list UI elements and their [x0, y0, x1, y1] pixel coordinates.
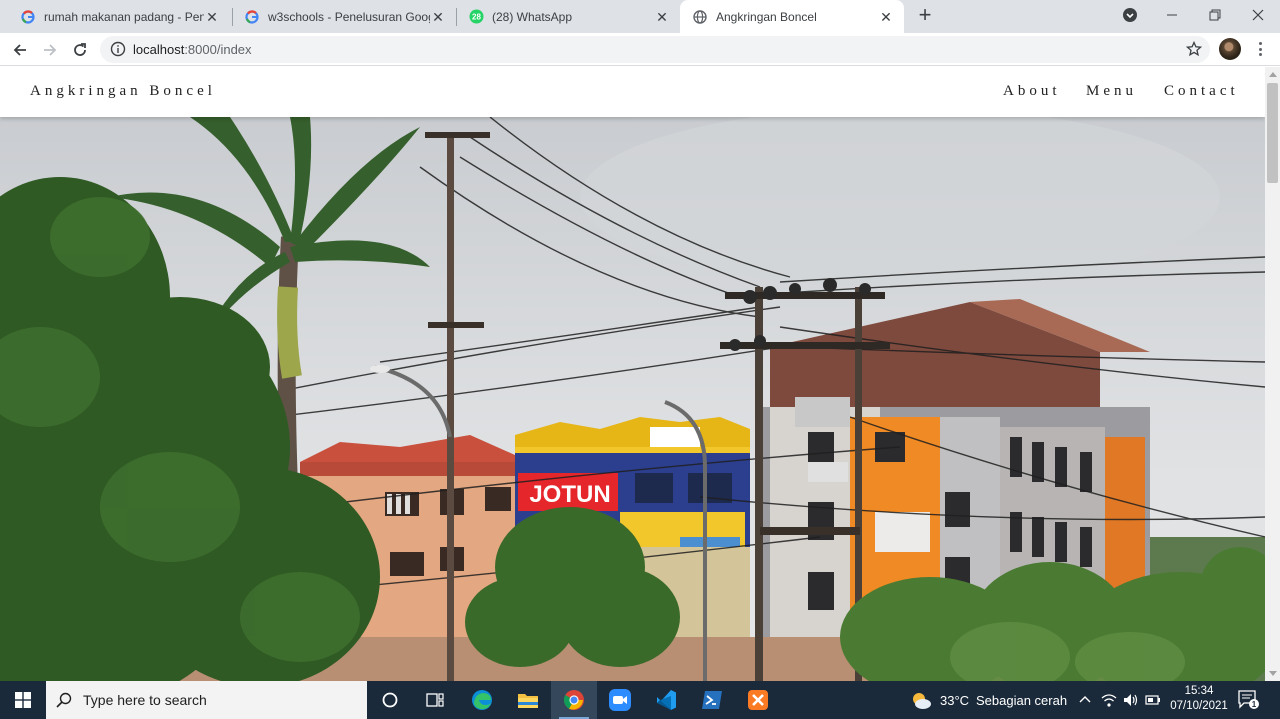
notification-icon: 1	[1238, 690, 1259, 709]
search-icon	[56, 692, 72, 708]
notification-count: 1	[1252, 700, 1257, 709]
tab-w3schools[interactable]: w3schools - Penelusuran Google ✕	[232, 0, 456, 33]
tab-title: Angkringan Boncel	[716, 9, 817, 24]
weather-partly-sunny-icon[interactable]	[910, 690, 932, 710]
scroll-up-icon[interactable]	[1269, 72, 1277, 77]
page-viewport: Angkringan Boncel About Menu Contact JOT…	[0, 67, 1265, 681]
url-path: :8000/index	[184, 42, 252, 57]
battery-icon[interactable]	[1145, 694, 1161, 706]
taskbar-file-explorer[interactable]	[505, 681, 551, 719]
url-host: localhost	[133, 42, 185, 57]
tab-title: (28) WhatsApp	[492, 9, 573, 24]
site-brand[interactable]: Angkringan Boncel	[30, 83, 216, 100]
close-icon[interactable]: ✕	[430, 9, 446, 25]
new-tab-button[interactable]: +	[913, 4, 937, 28]
vscode-icon	[657, 690, 676, 710]
whatsapp-badge: 28	[472, 13, 481, 22]
google-icon	[20, 9, 36, 25]
close-icon[interactable]: ✕	[204, 9, 220, 25]
arrow-right-icon	[44, 44, 57, 56]
tab-angkringan-boncel[interactable]: Angkringan Boncel ✕	[680, 0, 904, 33]
taskbar-search-box[interactable]: Type here to search	[46, 681, 367, 719]
tab-title: rumah makanan padang - Penelu	[44, 9, 204, 24]
search-placeholder: Type here to search	[83, 692, 207, 708]
clock-date: 07/10/2021	[1170, 700, 1228, 712]
volume-icon[interactable]	[1122, 692, 1140, 708]
whatsapp-icon: 28	[468, 9, 484, 25]
page-scrollbar[interactable]	[1265, 67, 1280, 681]
browser-toolbar: localhost:8000/index	[0, 33, 1280, 66]
notification-center-button[interactable]: 1	[1236, 688, 1266, 712]
profile-avatar[interactable]	[1219, 38, 1241, 60]
nav-link-about[interactable]: About	[1003, 83, 1061, 100]
chevron-down-icon	[1123, 8, 1137, 22]
windows-taskbar: Type here to search 33°C Sebagian cerah …	[0, 681, 1280, 719]
minimize-button[interactable]	[1150, 0, 1194, 30]
chevron-up-icon[interactable]	[1078, 694, 1092, 704]
close-icon	[1252, 9, 1264, 21]
browser-menu-button[interactable]	[1252, 40, 1268, 58]
zoom-icon	[609, 689, 631, 711]
weather-description[interactable]: Sebagian cerah	[976, 693, 1067, 708]
close-icon[interactable]: ✕	[878, 9, 894, 25]
chrome-icon	[563, 690, 584, 710]
reload-icon	[74, 43, 86, 56]
bookmark-star-icon[interactable]	[1186, 41, 1202, 57]
clock-time: 15:34	[1184, 685, 1214, 697]
task-view-button[interactable]	[412, 681, 458, 719]
windows-logo-icon	[15, 692, 31, 708]
cortana-button[interactable]	[367, 681, 413, 719]
tab-search-button[interactable]	[1108, 0, 1152, 30]
taskbar-xampp[interactable]	[735, 681, 781, 719]
tab-whatsapp[interactable]: 28 (28) WhatsApp ✕	[456, 0, 680, 33]
taskbar-zoom[interactable]	[597, 681, 643, 719]
tab-rumah-makanan[interactable]: rumah makanan padang - Penelu ✕	[8, 0, 230, 33]
address-bar[interactable]: localhost:8000/index	[100, 36, 1210, 63]
tab-title: w3schools - Penelusuran Google	[268, 9, 430, 24]
forward-button[interactable]	[37, 37, 63, 63]
jotun-sign: JOTUN	[529, 481, 610, 508]
taskbar-chrome[interactable]	[551, 681, 597, 719]
window-close-button[interactable]	[1236, 0, 1280, 30]
minimize-icon	[1167, 14, 1177, 16]
restore-button[interactable]	[1193, 0, 1237, 30]
cortana-circle-icon	[382, 692, 398, 708]
folder-icon	[518, 694, 538, 708]
nav-link-menu[interactable]: Menu	[1086, 83, 1137, 100]
browser-tab-strip: rumah makanan padang - Penelu ✕ w3school…	[0, 0, 1280, 33]
hero-image: JOTUN	[0, 117, 1265, 681]
url-text: localhost:8000/index	[133, 42, 252, 57]
arrow-left-icon	[13, 44, 26, 56]
taskbar-powershell[interactable]	[689, 681, 735, 719]
edge-icon	[472, 690, 492, 710]
site-navbar: Angkringan Boncel About Menu Contact	[0, 67, 1265, 117]
start-button[interactable]	[0, 681, 46, 719]
system-clock[interactable]: 15:34 07/10/2021	[1166, 684, 1232, 714]
taskbar-vscode[interactable]	[643, 681, 689, 719]
scrollbar-thumb[interactable]	[1267, 83, 1278, 183]
taskbar-edge[interactable]	[459, 681, 505, 719]
info-icon[interactable]	[110, 41, 126, 57]
reload-button[interactable]	[67, 37, 93, 63]
weather-temperature[interactable]: 33°C	[940, 693, 969, 708]
task-view-icon	[426, 693, 444, 707]
globe-icon	[692, 9, 708, 25]
back-button[interactable]	[7, 37, 33, 63]
scroll-down-icon[interactable]	[1269, 671, 1277, 676]
wifi-icon[interactable]	[1100, 692, 1118, 708]
close-icon[interactable]: ✕	[654, 9, 670, 25]
nav-link-contact[interactable]: Contact	[1164, 83, 1239, 100]
xampp-icon	[748, 690, 768, 710]
restore-icon	[1209, 9, 1221, 21]
google-icon	[244, 9, 260, 25]
powershell-icon	[702, 691, 722, 709]
